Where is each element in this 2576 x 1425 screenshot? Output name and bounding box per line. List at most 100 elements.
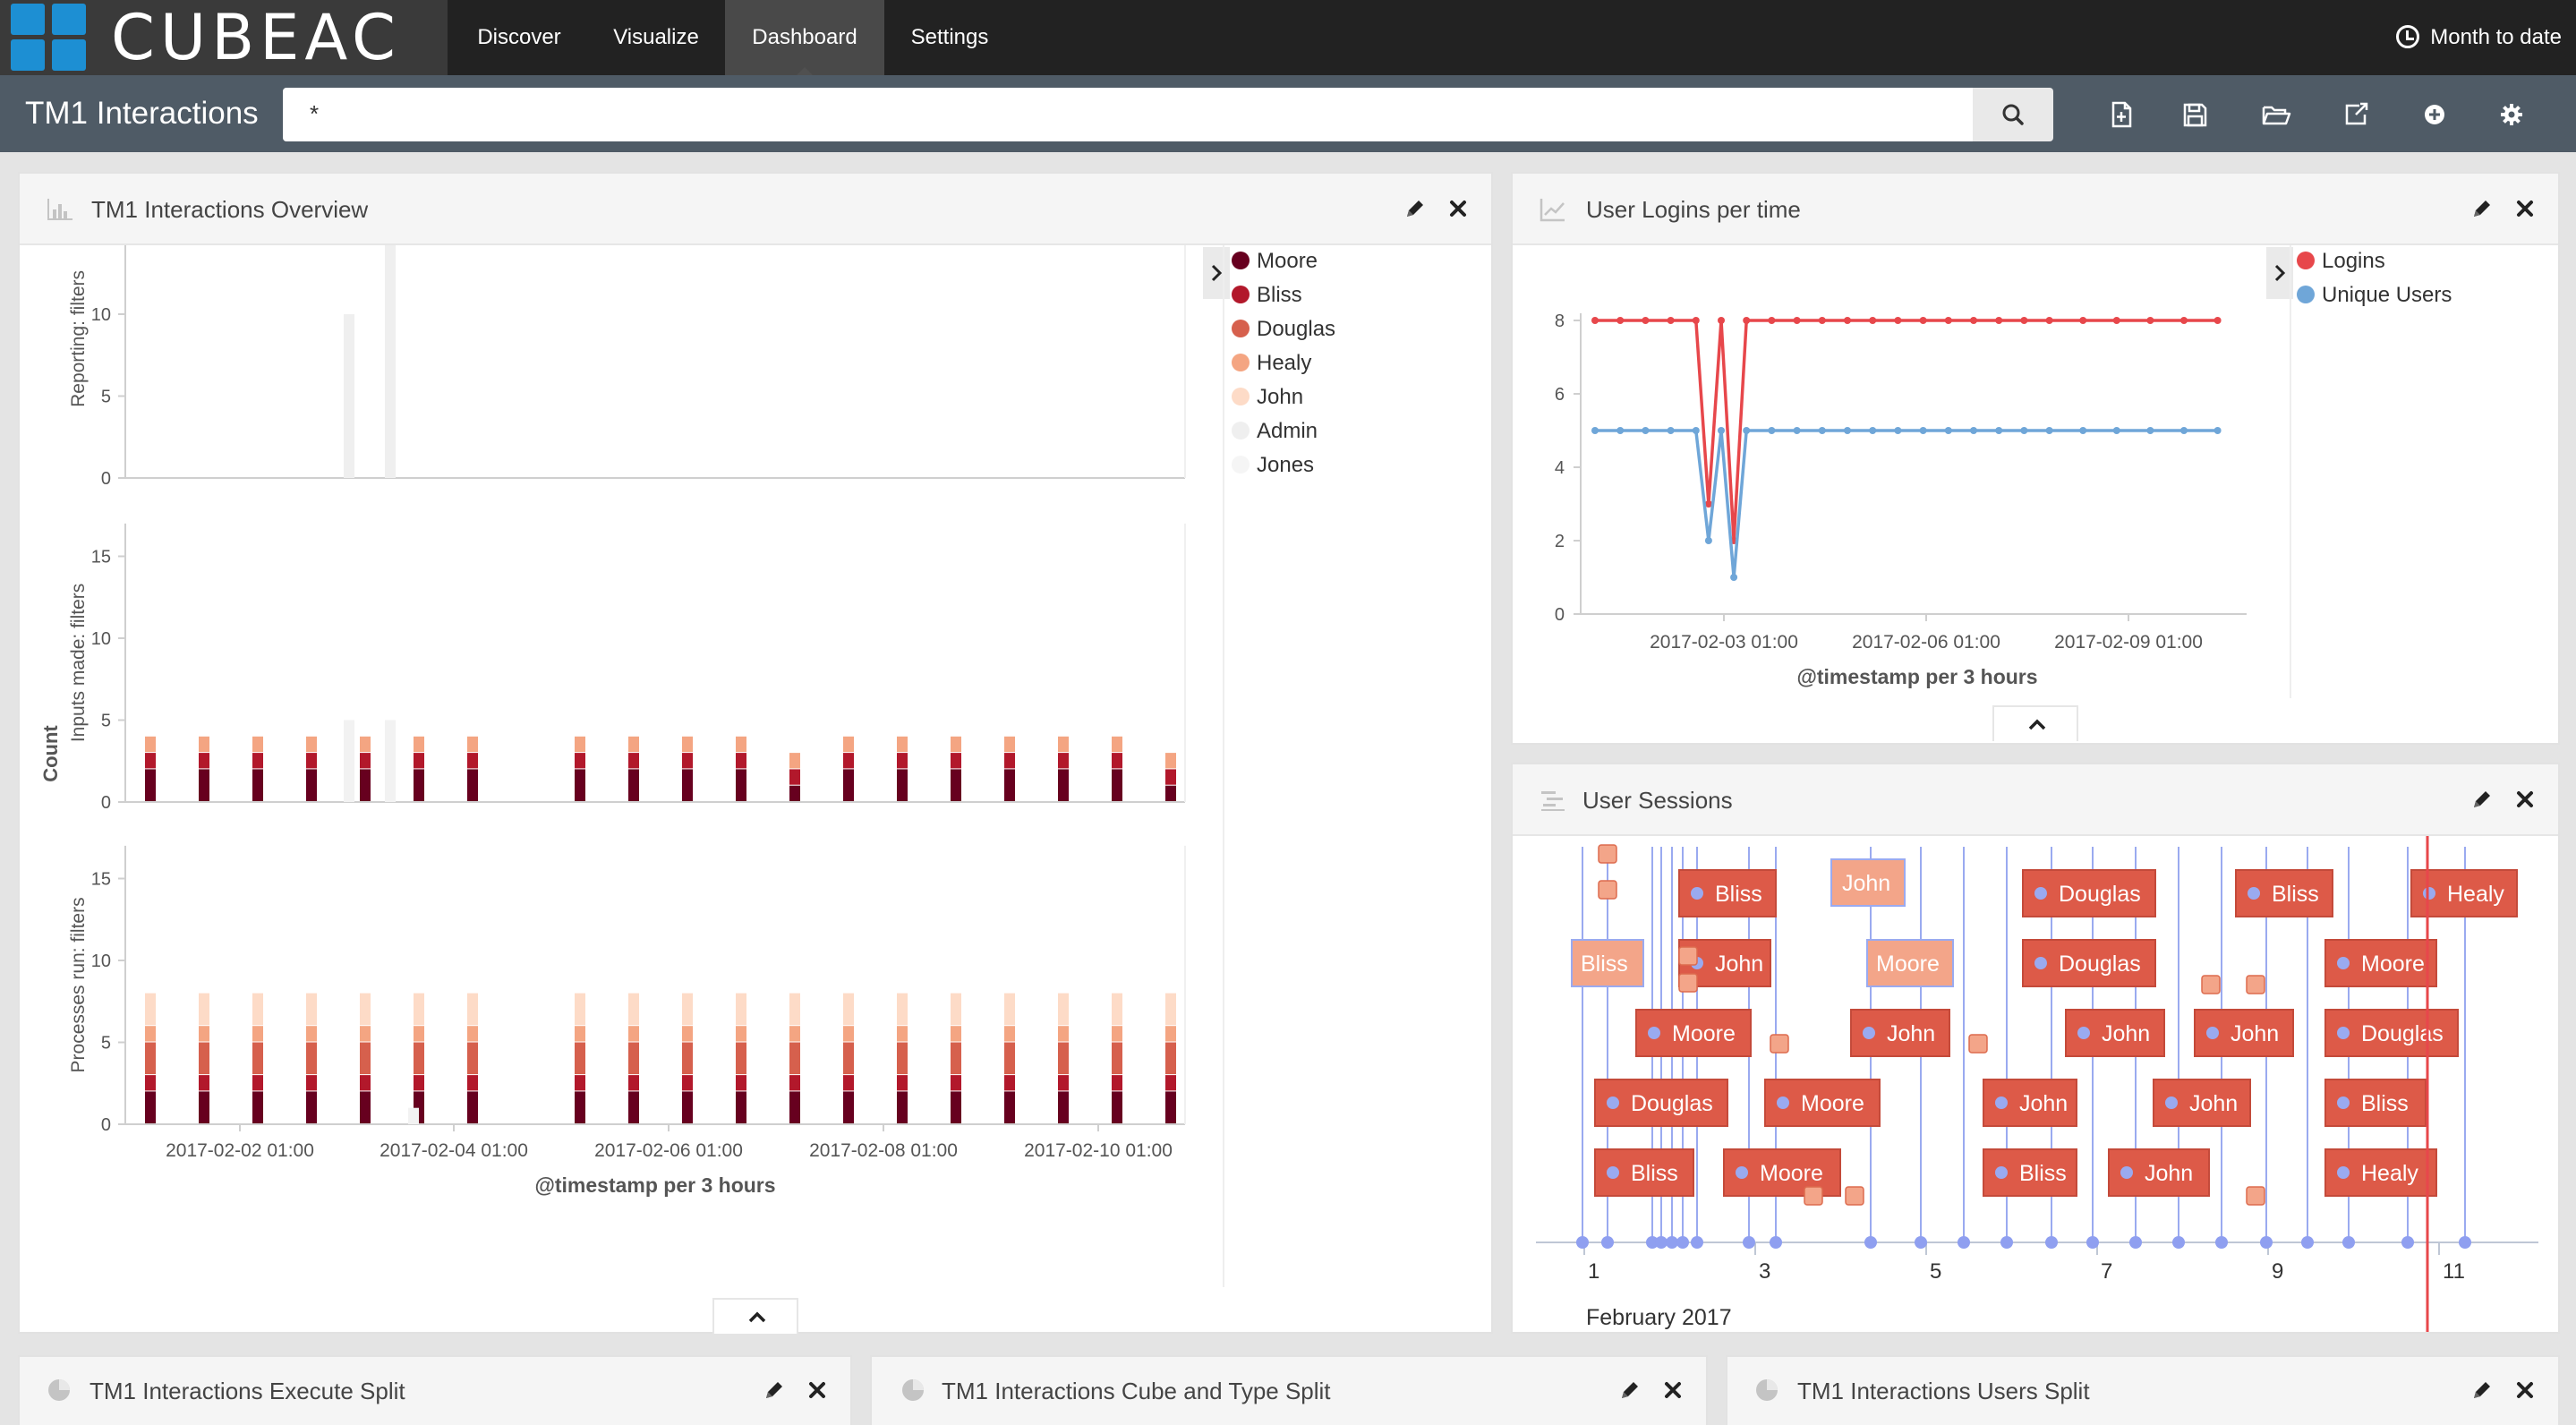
pie-chart-icon (902, 1379, 924, 1401)
open-dashboard-button[interactable] (2256, 95, 2295, 134)
edit-icon[interactable] (1616, 1377, 1643, 1404)
bar-segment (682, 753, 693, 769)
bar-segment (736, 769, 746, 801)
bar-segment (467, 1042, 478, 1075)
legend-item[interactable]: Jones (1232, 453, 1314, 478)
data-point (1768, 317, 1776, 324)
y-tick-label: 4 (1555, 458, 1565, 478)
legend-toggle[interactable] (1203, 247, 1230, 299)
bar-segment (467, 769, 478, 801)
nav-visualize[interactable]: Visualize (591, 0, 721, 75)
share-dashboard-button[interactable] (2336, 95, 2376, 134)
legend-item[interactable]: Unique Users (2297, 283, 2452, 308)
session-event-label: Bliss (1715, 882, 1762, 907)
legend-label: John (1257, 385, 1304, 409)
nav-discover[interactable]: Discover (456, 0, 582, 75)
logo-square-icon (11, 39, 45, 71)
bar-segment (951, 769, 961, 801)
bar-segment (1058, 736, 1069, 753)
session-event-label: John (2231, 1021, 2279, 1046)
close-icon[interactable] (1659, 1377, 1686, 1404)
bar-segment (252, 736, 263, 753)
bar-segment (575, 1026, 585, 1042)
legend-dot-icon (1232, 285, 1250, 303)
bar-segment (252, 1042, 263, 1075)
bar-segment (843, 1091, 854, 1123)
legend-item[interactable]: Bliss (1232, 283, 1302, 308)
legend-item[interactable]: John (1232, 385, 1303, 410)
edit-icon[interactable] (2469, 786, 2495, 813)
legend-item[interactable]: Douglas (1232, 317, 1335, 342)
y-axis-title: Count (39, 725, 62, 782)
save-icon (2183, 103, 2207, 127)
event-dot (1864, 1236, 1877, 1249)
search-input[interactable]: * (283, 88, 1973, 141)
y-tick-label: 15 (91, 548, 111, 567)
data-point (1995, 317, 2003, 324)
panel-header: TM1 Interactions Execute Split (20, 1357, 850, 1425)
legend-item[interactable]: Healy (1232, 351, 1311, 376)
data-point (1970, 317, 1977, 324)
add-panel-button[interactable] (2415, 95, 2454, 134)
bar-segment (843, 736, 854, 753)
bar-segment (575, 736, 585, 753)
close-icon[interactable] (804, 1377, 831, 1404)
brand-logo[interactable]: CUBEAC (0, 0, 448, 75)
y-tick-label: 10 (91, 629, 111, 649)
search-button[interactable] (1973, 88, 2053, 141)
bar-segment (306, 736, 317, 753)
bar-segment (628, 1091, 639, 1123)
event-dot (1691, 887, 1703, 900)
bar-segment (897, 769, 908, 801)
day-tick-label: 9 (2272, 1259, 2283, 1284)
data-point (1844, 427, 1851, 434)
new-dashboard-button[interactable] (2102, 95, 2141, 134)
bar-segment (360, 753, 371, 769)
bar-segment (1004, 993, 1015, 1026)
bar-segment (199, 993, 209, 1026)
point-event-marker (1678, 973, 1698, 993)
close-icon[interactable] (2512, 195, 2538, 222)
event-dot (1655, 1236, 1668, 1249)
x-tick-label: 2017-02-09 01:00 (2054, 632, 2203, 653)
event-dot (2248, 887, 2260, 900)
data-point (1793, 427, 1801, 434)
bar-segment (951, 736, 961, 753)
event-dot (2172, 1236, 2185, 1249)
session-event-label: John (1887, 1021, 1935, 1046)
edit-icon[interactable] (761, 1377, 788, 1404)
edit-icon[interactable] (1402, 195, 1429, 222)
legend-item[interactable]: Moore (1232, 249, 1318, 274)
collapse-panel-button[interactable] (1992, 705, 2078, 741)
session-event-label: Douglas (2361, 1021, 2444, 1046)
time-range-picker[interactable]: Month to date (2396, 0, 2562, 75)
close-icon[interactable] (2512, 786, 2538, 813)
event-dot (2165, 1096, 2178, 1109)
data-point (2112, 317, 2120, 324)
event-dot (1770, 1236, 1782, 1249)
bar-segment (843, 993, 854, 1026)
close-icon[interactable] (2512, 1377, 2538, 1404)
nav-settings[interactable]: Settings (890, 0, 1010, 75)
collapse-panel-button[interactable] (712, 1298, 798, 1334)
save-dashboard-button[interactable] (2175, 95, 2214, 134)
close-icon[interactable] (1445, 195, 1471, 222)
day-tick-label: 7 (2101, 1259, 2112, 1284)
open-icon (2262, 106, 2291, 125)
bar-segment (467, 1091, 478, 1123)
event-dot (2260, 1236, 2273, 1249)
edit-icon[interactable] (2469, 1377, 2495, 1404)
dashboard-settings-button[interactable] (2492, 95, 2531, 134)
legend-item[interactable]: Admin (1232, 419, 1318, 444)
event-dot (2034, 887, 2047, 900)
edit-icon[interactable] (2469, 195, 2495, 222)
nav-dashboard[interactable]: Dashboard (725, 0, 884, 75)
event-dot (1576, 1236, 1589, 1249)
bar-segment (951, 1091, 961, 1123)
bar-segment (252, 993, 263, 1026)
session-event-label: Douglas (2059, 951, 2141, 977)
data-point (1919, 317, 1927, 324)
bar-segment (1058, 1026, 1069, 1042)
day-tick-label: 11 (2443, 1259, 2465, 1284)
legend-item[interactable]: Logins (2297, 249, 2385, 274)
